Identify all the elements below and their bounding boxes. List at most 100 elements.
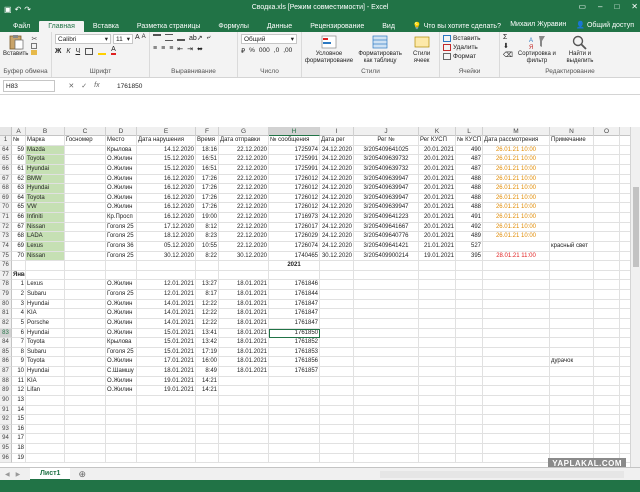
grid-cell[interactable] — [320, 318, 354, 329]
grid-cell[interactable]: 19.01.2021 — [137, 376, 196, 387]
grid-cell[interactable]: Гоголя 36 — [106, 241, 137, 252]
grid-cell[interactable] — [65, 145, 106, 156]
grid-cell[interactable] — [419, 367, 456, 377]
grid-cell[interactable]: 3/205409639732 — [354, 155, 419, 165]
grid-cell[interactable]: 17.12.2020 — [137, 222, 196, 233]
grid-cell[interactable] — [620, 415, 630, 425]
grid-cell[interactable]: 7 — [12, 338, 26, 348]
grid-cell[interactable]: 14.01.2021 — [137, 309, 196, 319]
grid-cell[interactable] — [269, 424, 320, 435]
borders-icon[interactable] — [85, 47, 94, 55]
grid-cell[interactable] — [550, 232, 594, 242]
grid-cell[interactable] — [65, 174, 106, 185]
grid-cell[interactable]: 492 — [456, 222, 483, 233]
grid-cell[interactable] — [269, 434, 320, 444]
grid-cell[interactable] — [456, 376, 483, 387]
grid-cell[interactable]: 4 — [12, 309, 26, 319]
grid-cell[interactable] — [620, 136, 630, 146]
column-header-g[interactable]: G — [219, 127, 269, 136]
horizontal-scrollbar[interactable] — [380, 471, 624, 478]
grid-cell[interactable] — [620, 386, 630, 396]
grid-cell[interactable] — [456, 309, 483, 319]
grid-cell[interactable] — [456, 424, 483, 435]
grid-cell[interactable]: 24.12.2020 — [320, 164, 354, 175]
grid-cell[interactable]: 3/205409639732 — [354, 164, 419, 175]
grid-cell[interactable] — [594, 328, 620, 339]
sort-filter-button[interactable]: АЯ Сортировка и фильтр — [517, 34, 557, 65]
grid-cell[interactable] — [65, 309, 106, 319]
grid-cell[interactable] — [550, 290, 594, 300]
grid-cell[interactable] — [550, 338, 594, 348]
grid-cell[interactable]: 16.12.2020 — [137, 184, 196, 194]
grid-cell[interactable] — [354, 347, 419, 358]
grid-cell[interactable]: Nissan — [26, 222, 65, 233]
grid-cell[interactable]: 5 — [12, 318, 26, 329]
grid-cell[interactable] — [65, 261, 106, 271]
grid-cell[interactable] — [269, 444, 320, 454]
grid-cell[interactable] — [594, 405, 620, 416]
grid-cell[interactable]: 1761850 — [269, 328, 320, 339]
grid-cell[interactable] — [65, 184, 106, 194]
grid-cell[interactable] — [320, 405, 354, 416]
grid-cell[interactable] — [483, 395, 550, 406]
next-sheet-icon[interactable]: ▶ — [16, 471, 21, 478]
grid-cell[interactable] — [65, 338, 106, 348]
grid-cell[interactable]: 30.12.2020 — [219, 251, 269, 262]
grid-cell[interactable]: 68 — [12, 232, 26, 242]
undo-icon[interactable]: ↶ — [15, 5, 22, 14]
grid-cell[interactable] — [65, 222, 106, 233]
grid-cell[interactable] — [620, 329, 630, 339]
grid-cell[interactable]: VW — [26, 203, 65, 213]
grid-cell[interactable]: О.Жилин — [106, 184, 137, 194]
grid-cell[interactable]: Кр.Просп — [106, 213, 137, 223]
grid-cell[interactable]: 10 — [12, 367, 26, 377]
grid-cell[interactable]: 17:26 — [196, 193, 219, 204]
grid-cell[interactable]: 22.12.2020 — [219, 164, 269, 175]
column-header-b[interactable]: B — [26, 127, 65, 136]
grid-cell[interactable] — [419, 338, 456, 348]
grid-cell[interactable]: 1761844 — [269, 290, 320, 300]
grid-cell[interactable]: 3/205409639947 — [354, 174, 419, 185]
grid-cell[interactable] — [594, 424, 620, 435]
row-header[interactable]: 1 — [0, 136, 12, 146]
grid-cell[interactable]: О.Жилин — [106, 357, 137, 367]
grid-cell[interactable] — [219, 453, 269, 464]
grid-cell[interactable]: 1761853 — [269, 347, 320, 358]
grid-cell[interactable] — [594, 357, 620, 367]
grid-cell[interactable] — [219, 444, 269, 454]
grid-cell[interactable] — [320, 395, 354, 406]
grid-cell[interactable] — [106, 444, 137, 454]
grid-cell[interactable] — [483, 376, 550, 387]
grid-cell[interactable] — [354, 453, 419, 464]
tab-formulas[interactable]: Формулы — [209, 23, 257, 32]
grid-cell[interactable] — [106, 405, 137, 416]
row-header[interactable]: 79 — [0, 290, 12, 300]
grid-cell[interactable]: 8:22 — [196, 251, 219, 262]
format-cells-button[interactable]: Формат — [443, 52, 496, 61]
grid-cell[interactable]: 1725991 — [269, 155, 320, 165]
grid-cell[interactable] — [354, 261, 419, 271]
grid-cell[interactable]: 22.12.2020 — [219, 213, 269, 223]
grid-cell[interactable]: 20.01.2021 — [419, 155, 456, 165]
grid-cell[interactable] — [320, 290, 354, 300]
indent-increase-icon[interactable]: ⇥ — [187, 45, 193, 53]
grid-cell[interactable] — [594, 203, 620, 213]
grid-cell[interactable] — [483, 290, 550, 300]
grid-cell[interactable]: 1761847 — [269, 309, 320, 319]
cell-styles-button[interactable]: Стили ячеек — [407, 34, 436, 65]
grid-cell[interactable]: 26.01.21 10:00 — [483, 193, 550, 204]
grid-cell[interactable]: 18.01.2021 — [219, 309, 269, 319]
grid-cell[interactable] — [456, 386, 483, 396]
grid-cell[interactable] — [456, 328, 483, 339]
grid-cell[interactable]: 19:00 — [196, 213, 219, 223]
grid-cell[interactable] — [219, 270, 269, 281]
indent-decrease-icon[interactable]: ⇤ — [177, 45, 183, 53]
tab-home[interactable]: Главная — [39, 21, 84, 32]
grid-cell[interactable] — [594, 395, 620, 406]
grid-cell[interactable] — [550, 299, 594, 310]
grid-cell[interactable]: 527 — [456, 241, 483, 252]
grid-cell[interactable]: 16.12.2020 — [137, 174, 196, 185]
grid-cell[interactable] — [26, 415, 65, 425]
grid-cell[interactable] — [65, 328, 106, 339]
grid-cell[interactable]: 22.12.2020 — [219, 203, 269, 213]
